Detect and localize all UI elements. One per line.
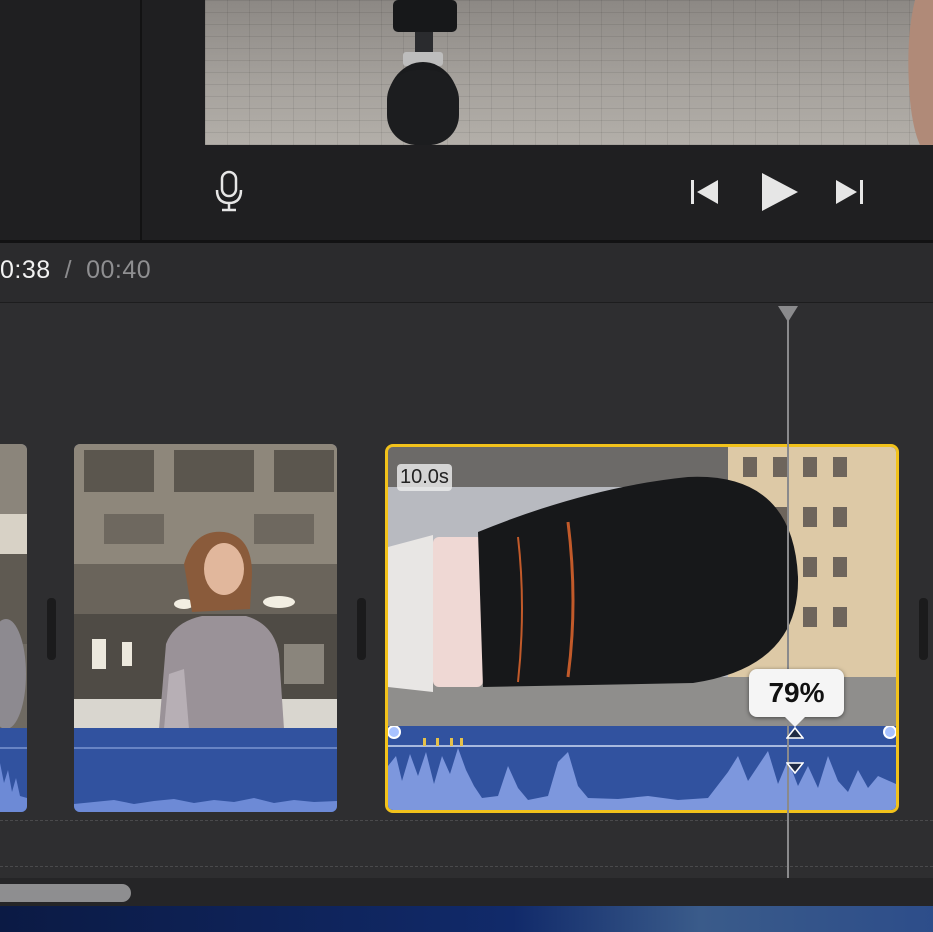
timeline-clip-2[interactable] [74,444,337,812]
total-time: 00:40 [86,256,152,284]
timeline-scrollbar-track[interactable] [0,878,933,906]
transition-handle[interactable] [919,598,928,660]
transition-handle[interactable] [47,598,56,660]
viewer-divider [0,240,933,243]
timeline-clip-3-selected[interactable] [385,444,899,813]
clip-thumbnail [74,444,337,729]
volume-keyframe-up-icon[interactable] [785,726,805,744]
play-button[interactable] [756,170,802,214]
time-separator: / [64,256,73,284]
timeline-scrollbar-thumb[interactable] [0,884,131,902]
current-time: 0:38 [0,256,51,284]
timeline-clip-1[interactable] [0,444,27,812]
clip-audio-track [74,728,337,812]
left-panel [0,0,142,240]
clip-audio-track [388,725,896,810]
skip-back-icon [691,180,718,204]
audio-waveform [388,725,896,810]
play-icon [762,173,798,211]
volume-keyframe-down-icon[interactable] [785,761,805,779]
playhead[interactable] [787,318,789,878]
preview-frame-image [387,0,933,145]
clip-audio-track [0,728,27,812]
skip-back-button[interactable] [688,175,722,209]
transition-handle[interactable] [357,598,366,660]
volume-level-tooltip: 79% [749,669,844,727]
playhead-marker-icon[interactable] [778,306,798,322]
track-guide-line [0,820,933,821]
desktop-background-strip [0,906,933,932]
timecode: 0:38 / 00:40 [0,256,151,292]
track-guide-line [0,866,933,867]
video-preview[interactable] [205,0,933,145]
clip-duration-badge: 10.0s [397,464,452,491]
clip-thumbnail [0,444,27,729]
audio-waveform [0,747,27,812]
skip-forward-icon [836,180,863,204]
microphone-button[interactable] [213,170,245,214]
skip-forward-button[interactable] [832,175,866,209]
microphone-icon [215,170,243,212]
audio-waveform [74,747,337,812]
